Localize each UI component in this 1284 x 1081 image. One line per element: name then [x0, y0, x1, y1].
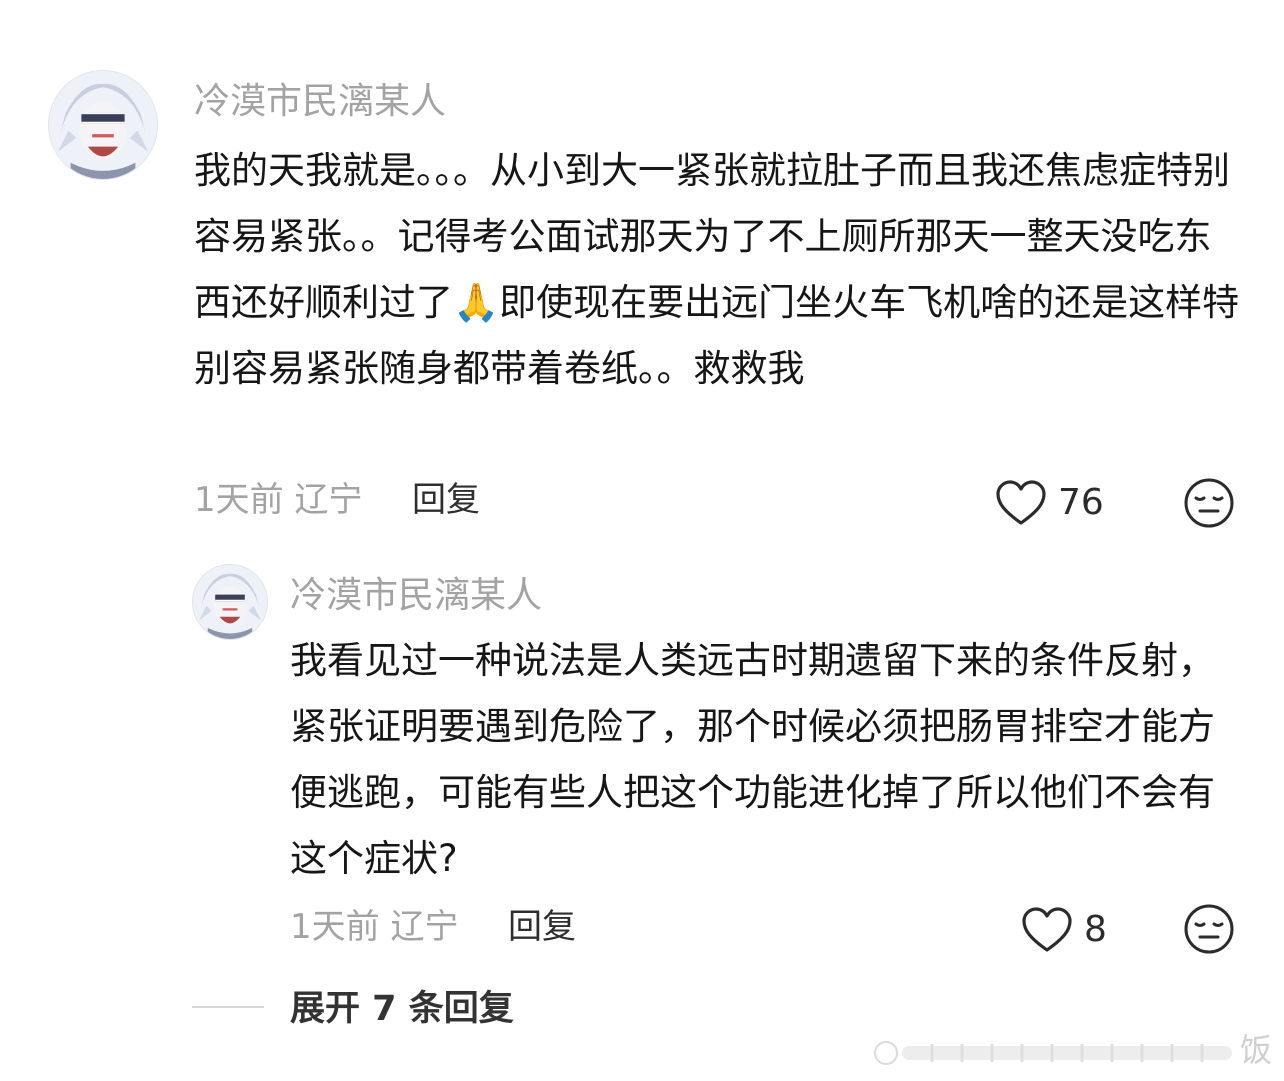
like-count: 76 — [1058, 482, 1104, 523]
neutral-face-icon[interactable] — [1182, 902, 1236, 956]
neutral-face-icon[interactable] — [1182, 476, 1236, 530]
avatar-image — [49, 71, 157, 179]
reply-button[interactable]: 回复 — [508, 905, 576, 949]
reply-text: 我看见过一种说法是人类远古时期遗留下来的条件反射，紧张证明要遇到危险了，那个时候… — [290, 639, 1215, 880]
reply-username[interactable]: 冷漠市民漓某人 — [290, 572, 542, 620]
reply-button[interactable]: 回复 — [412, 478, 480, 522]
reply-meta: 1天前 辽宁 — [290, 907, 459, 947]
watermark-logo — [872, 1038, 1244, 1068]
expand-divider — [192, 1006, 264, 1008]
like-count: 8 — [1084, 909, 1107, 950]
heart-icon[interactable] — [994, 478, 1048, 528]
expand-replies-button[interactable]: 展开 7 条回复 — [290, 986, 514, 1032]
comment-text: 我的天我就是。。。从小到大一紧张就拉肚子而且我还焦虑症特别容易紧张。。记得考公面… — [194, 149, 1240, 390]
avatar[interactable] — [192, 564, 268, 640]
comment-meta: 1天前 辽宁 — [194, 480, 363, 520]
avatar[interactable] — [48, 70, 158, 180]
watermark-text: 饭 — [1240, 1031, 1273, 1069]
heart-icon[interactable] — [1020, 905, 1074, 955]
avatar-image — [193, 565, 267, 639]
comment-username[interactable]: 冷漠市民漓某人 — [194, 78, 446, 126]
